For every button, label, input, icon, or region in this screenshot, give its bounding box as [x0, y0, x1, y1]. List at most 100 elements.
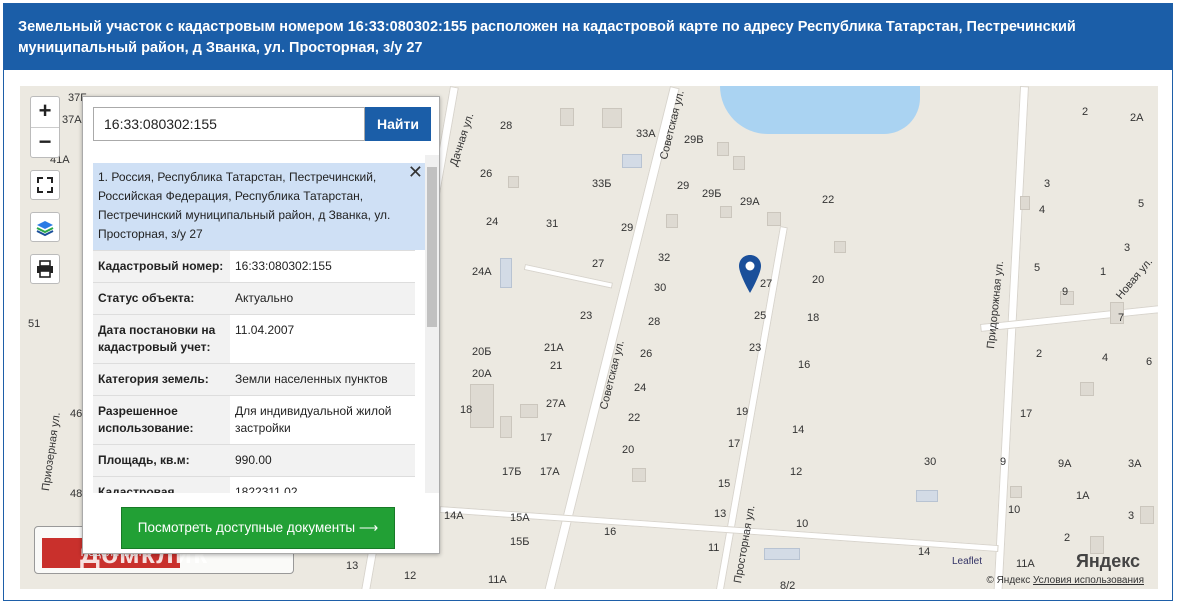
plot-number: 3: [1128, 510, 1135, 522]
plot-number: 51: [28, 318, 41, 330]
plot-number: 10: [796, 518, 809, 530]
building: [508, 176, 519, 188]
plot-number: 3: [1044, 178, 1051, 190]
plot-number: 29: [621, 222, 634, 234]
building: [1010, 486, 1022, 498]
plot-number: 6: [1146, 356, 1153, 368]
road: [544, 86, 680, 589]
plot-number: 20: [622, 444, 635, 456]
location-marker-icon[interactable]: [738, 254, 762, 294]
leaflet-link[interactable]: Leaflet: [952, 556, 982, 567]
page-frame: Земельный участок с кадастровым номером …: [3, 3, 1173, 601]
row-key: Кадастровый номер:: [93, 250, 230, 283]
result-address[interactable]: 1. Россия, Республика Татарстан, Пестреч…: [93, 163, 425, 250]
plot-number: 29А: [740, 196, 760, 208]
row-key: Кадастровая стоимость:: [93, 476, 230, 493]
building: [602, 108, 622, 128]
row-value: Для индивидуальной жилой застройки: [230, 395, 415, 445]
find-button[interactable]: Найти: [365, 107, 431, 141]
fullscreen-button[interactable]: [30, 170, 60, 200]
result-scrollbar[interactable]: [425, 155, 439, 493]
plot-number: 37А: [62, 114, 82, 126]
building: [666, 214, 678, 228]
row-value: 16:33:080302:155: [230, 250, 415, 283]
row-key: Дата постановки на кадастровый учет:: [93, 314, 230, 364]
row-key: Разрешенное использование:: [93, 395, 230, 445]
plot-number: 4: [1039, 204, 1046, 216]
plot-number: 13: [714, 508, 727, 520]
plot-number: 24: [486, 216, 499, 228]
plot-number: 28: [648, 316, 661, 328]
plot-number: 13: [346, 560, 359, 572]
plot-number: 3А: [1128, 458, 1142, 470]
plot-number: 26: [480, 168, 493, 180]
view-documents-button[interactable]: Посмотреть доступные документы ⟶: [121, 507, 395, 549]
row-key: Категория земель:: [93, 363, 230, 396]
plot-number: 7: [1118, 312, 1125, 324]
plot-number: 14: [918, 546, 931, 558]
building: [717, 142, 729, 156]
row-key: Статус объекта:: [93, 282, 230, 315]
plot-number: 31: [546, 218, 559, 230]
plot-number: 29: [677, 180, 690, 192]
page-header: Земельный участок с кадастровым номером …: [4, 4, 1172, 70]
plot-number: 14А: [444, 510, 464, 522]
close-icon[interactable]: ✕: [408, 163, 423, 182]
plot-number: 30: [654, 282, 667, 294]
zoom-in-button[interactable]: +: [31, 97, 59, 127]
plot-number: 30: [924, 456, 937, 468]
building: [834, 241, 846, 253]
plot-number: 17: [540, 432, 553, 444]
street-label: Придорожная ул.: [985, 260, 1007, 350]
plot-number: 1А: [1076, 490, 1090, 502]
plot-number: 17: [728, 438, 741, 450]
building: [916, 490, 938, 502]
plot-number: 33Б: [592, 178, 612, 190]
zoom-out-button[interactable]: −: [31, 127, 59, 157]
terms-link[interactable]: Условия использования: [1033, 575, 1144, 586]
layers-button[interactable]: [30, 212, 60, 242]
building: [767, 212, 781, 226]
cadastral-map[interactable]: Дачная ул. Советская ул. Советская ул. П…: [20, 86, 1158, 589]
table-row: Кадастровая стоимость:1822311.02: [93, 476, 415, 493]
plot-number: 26: [640, 348, 653, 360]
row-key: Площадь, кв.м:: [93, 444, 230, 477]
print-button[interactable]: [30, 254, 60, 284]
zoom-control: + −: [30, 96, 60, 158]
table-row: Площадь, кв.м: 990.00: [93, 444, 415, 477]
map-attribution: © Яндекс Условия использования: [986, 575, 1144, 586]
header-text-1: Земельный участок с кадастровым номером: [18, 19, 348, 35]
table-row: Разрешенное использование: Для индивидуал…: [93, 395, 415, 445]
plot-number: 48: [70, 488, 83, 500]
plot-number: 17Б: [502, 466, 522, 478]
building: [733, 156, 745, 170]
plot-number: 27А: [546, 398, 566, 410]
plot-number: 11А: [1016, 558, 1035, 570]
plot-number: 19: [736, 406, 749, 418]
plot-number: 23: [749, 342, 762, 354]
fullscreen-icon: [37, 177, 53, 193]
row-value: 990.00: [230, 444, 415, 477]
row-value: 11.04.2007: [230, 314, 415, 364]
property-table: Кадастровый номер: 16:33:080302:155 Стату…: [93, 250, 415, 493]
plot-number: 2: [1082, 106, 1089, 118]
plot-number: 21А: [544, 342, 564, 354]
plot-number: 12: [790, 466, 803, 478]
plot-number: 16: [604, 526, 617, 538]
search-input[interactable]: [93, 107, 365, 141]
header-cadastral-number: 16:33:080302:155: [347, 19, 468, 35]
plot-number: 9: [1062, 286, 1069, 298]
plot-number: 3: [1124, 242, 1131, 254]
scrollbar-thumb[interactable]: [427, 167, 437, 327]
row-value: 1822311.02: [230, 476, 415, 493]
plot-number: 18: [460, 404, 473, 416]
info-panel: Найти 1. Россия, Республика Татарстан, П…: [82, 96, 440, 554]
plot-number: 9А: [1058, 458, 1072, 470]
plot-number: 2А: [1130, 112, 1144, 124]
table-row: Статус объекта: Актуально: [93, 282, 415, 315]
street-label: Приозерная ул.: [40, 411, 63, 492]
plot-number: 27: [592, 258, 605, 270]
row-value: Актуально: [230, 282, 415, 315]
plot-number: 16: [798, 359, 811, 371]
plot-number: 5: [1138, 198, 1145, 210]
